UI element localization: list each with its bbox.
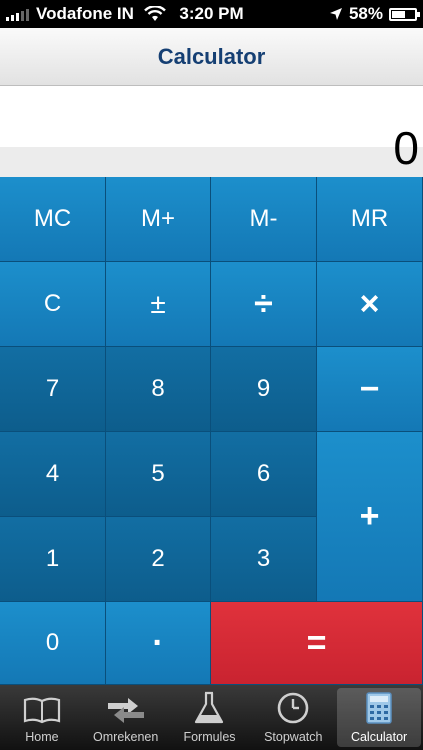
tab-stopwatch[interactable]: Stopwatch — [251, 685, 335, 750]
calculator-display: 0 — [0, 86, 423, 177]
status-right: 58% — [329, 4, 420, 24]
memory-recall-button[interactable]: MR — [317, 177, 423, 262]
nav-bar: Calculator — [0, 28, 423, 86]
minus-button[interactable]: − — [317, 347, 423, 432]
tab-omrekenen[interactable]: Omrekenen — [84, 685, 168, 750]
display-lower-band — [0, 147, 423, 177]
keypad: MC M+ M- MR C ± ÷ × 7 8 9 − 4 5 6 + 1 2 … — [0, 177, 423, 685]
tab-label: Formules — [183, 730, 236, 744]
memory-add-button[interactable]: M+ — [106, 177, 211, 262]
divide-button[interactable]: ÷ — [211, 262, 317, 347]
flask-icon — [195, 691, 224, 724]
digit-3-button[interactable]: 3 — [211, 517, 317, 602]
tab-calculator[interactable]: Calculator — [337, 688, 421, 747]
tab-formules[interactable]: Formules — [168, 685, 252, 750]
tab-label: Omrekenen — [93, 730, 159, 744]
battery-percent: 58% — [348, 4, 383, 23]
memory-subtract-button[interactable]: M- — [211, 177, 317, 262]
digit-0-button[interactable]: 0 — [0, 602, 106, 685]
status-bar: Vodafone IN 3:20 PM 58% — [0, 0, 423, 28]
digit-5-button[interactable]: 5 — [106, 432, 211, 517]
battery-icon — [389, 7, 420, 21]
digit-6-button[interactable]: 6 — [211, 432, 317, 517]
tab-label: Calculator — [350, 730, 408, 744]
calculator-icon — [366, 692, 392, 724]
clear-button[interactable]: C — [0, 262, 106, 347]
display-value: 0 — [393, 122, 419, 174]
digit-1-button[interactable]: 1 — [0, 517, 106, 602]
digit-8-button[interactable]: 8 — [106, 347, 211, 432]
plus-minus-button[interactable]: ± — [106, 262, 211, 347]
arrows-icon — [107, 698, 144, 723]
tab-home[interactable]: Home — [0, 685, 84, 750]
clock-icon — [277, 692, 309, 724]
memory-clear-button[interactable]: MC — [0, 177, 106, 262]
digit-4-button[interactable]: 4 — [0, 432, 106, 517]
plus-button[interactable]: + — [317, 432, 423, 602]
tab-label: Home — [25, 730, 59, 744]
tab-label: Stopwatch — [264, 730, 323, 744]
multiply-button[interactable]: × — [317, 262, 423, 347]
digit-9-button[interactable]: 9 — [211, 347, 317, 432]
equals-button[interactable]: = — [211, 602, 423, 685]
tab-bar: Home Omrekenen Formules Stopwatch Calcul… — [0, 685, 423, 750]
digit-2-button[interactable]: 2 — [106, 517, 211, 602]
location-arrow-icon — [329, 8, 342, 20]
decimal-button[interactable]: · — [106, 602, 211, 685]
digit-7-button[interactable]: 7 — [0, 347, 106, 432]
book-icon — [23, 697, 60, 724]
page-title: Calculator — [157, 44, 266, 69]
